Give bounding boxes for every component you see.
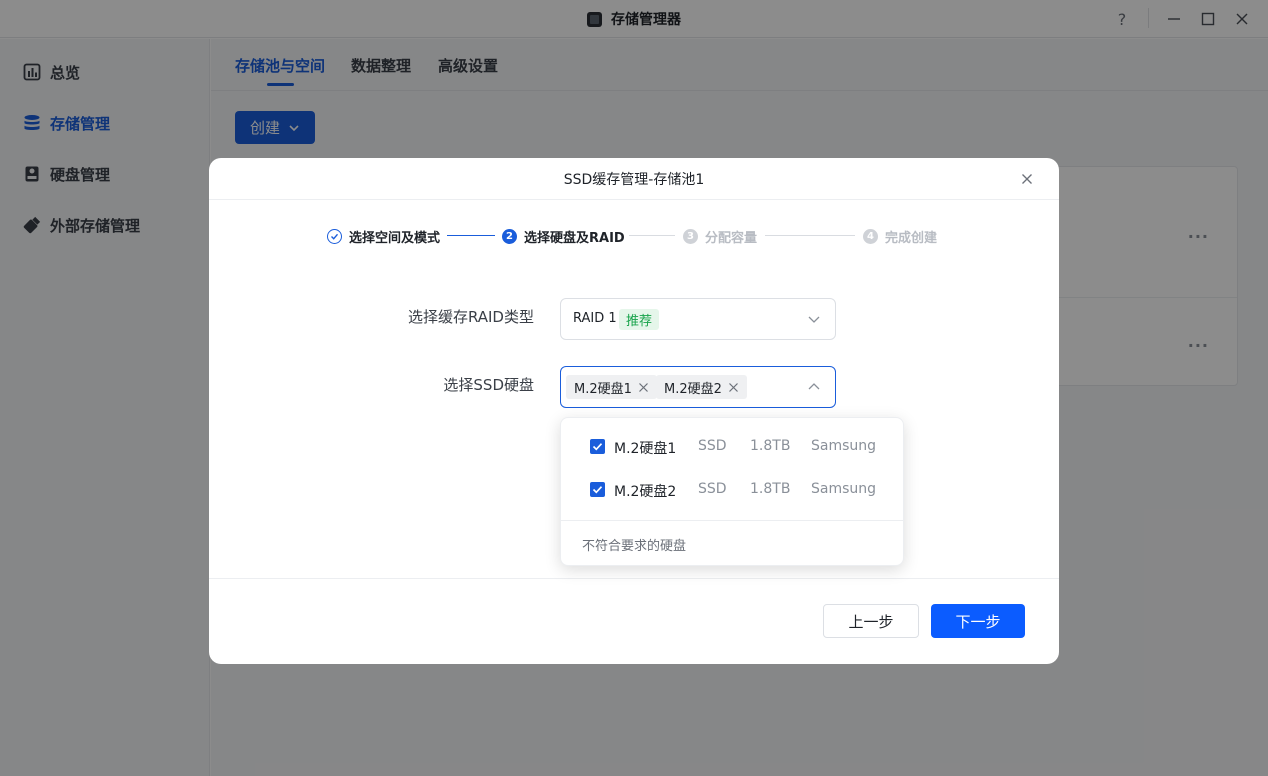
step-4: 4 完成创建 <box>863 227 938 246</box>
disk-option[interactable]: M.2硬盘2 SSD 1.8TB Samsung <box>561 469 905 511</box>
dialog-title: SSD缓存管理-存储池1 <box>563 171 705 188</box>
disk-size: 1.8TB <box>750 438 791 454</box>
checkbox-checked-icon[interactable] <box>590 482 605 497</box>
step-label: 选择空间及模式 <box>349 230 441 246</box>
disk-name: M.2硬盘2 <box>614 484 677 500</box>
remove-tag-icon[interactable] <box>638 382 649 393</box>
next-step-button[interactable]: 下一步 <box>931 604 1025 638</box>
disk-vendor: Samsung <box>811 438 877 454</box>
ssd-disk-label: 选择SSD硬盘 <box>443 376 534 394</box>
ssd-cache-dialog: SSD缓存管理-存储池1 选择空间及模式 2 选择硬盘及RAID 3 分配容量 … <box>209 158 1059 664</box>
ineligible-disks-link[interactable]: 不符合要求的硬盘 <box>582 535 686 554</box>
step-number: 3 <box>683 228 698 244</box>
dialog-footer-divider <box>209 578 1059 579</box>
raid-type-select[interactable]: RAID 1 推荐 <box>560 298 836 340</box>
step-label: 完成创建 <box>885 230 938 246</box>
disk-type: SSD <box>698 481 727 497</box>
disk-vendor: Samsung <box>811 481 877 497</box>
check-circle-icon <box>327 228 342 244</box>
ssd-disk-dropdown: M.2硬盘1 SSD 1.8TB Samsung M.2硬盘2 SSD 1.8T… <box>560 417 904 566</box>
step-1: 选择空间及模式 <box>327 227 441 246</box>
dropdown-divider <box>561 520 903 521</box>
chevron-up-icon <box>808 383 820 390</box>
tag-label: M.2硬盘2 <box>664 381 722 397</box>
disk-option[interactable]: M.2硬盘1 SSD 1.8TB Samsung <box>561 426 905 468</box>
selected-disk-tag: M.2硬盘1 <box>566 375 657 399</box>
disk-name: M.2硬盘1 <box>614 441 677 457</box>
disk-size: 1.8TB <box>750 481 791 497</box>
step-number: 4 <box>863 228 878 244</box>
tag-label: M.2硬盘1 <box>574 381 632 397</box>
step-number: 2 <box>502 228 517 244</box>
step-3: 3 分配容量 <box>683 227 758 246</box>
step-connector <box>447 235 495 236</box>
disk-type: SSD <box>698 438 727 454</box>
selected-disk-tag: M.2硬盘2 <box>656 375 747 399</box>
step-connector <box>765 235 855 236</box>
ssd-disk-select[interactable]: M.2硬盘1 M.2硬盘2 <box>560 366 836 408</box>
remove-tag-icon[interactable] <box>728 382 739 393</box>
step-2: 2 选择硬盘及RAID <box>502 227 625 246</box>
close-icon <box>1022 174 1032 184</box>
dialog-header: SSD缓存管理-存储池1 <box>209 158 1059 200</box>
dialog-close-button[interactable] <box>1017 169 1037 189</box>
checkbox-checked-icon[interactable] <box>590 439 605 454</box>
step-label: 分配容量 <box>705 230 758 246</box>
raid-type-label: 选择缓存RAID类型 <box>407 308 534 326</box>
step-label: 选择硬盘及RAID <box>524 230 625 246</box>
chevron-down-icon <box>808 316 820 323</box>
raid-type-value: RAID 1 <box>573 311 617 326</box>
previous-step-button[interactable]: 上一步 <box>823 604 919 638</box>
step-connector <box>629 235 675 236</box>
recommended-badge: 推荐 <box>619 309 660 330</box>
